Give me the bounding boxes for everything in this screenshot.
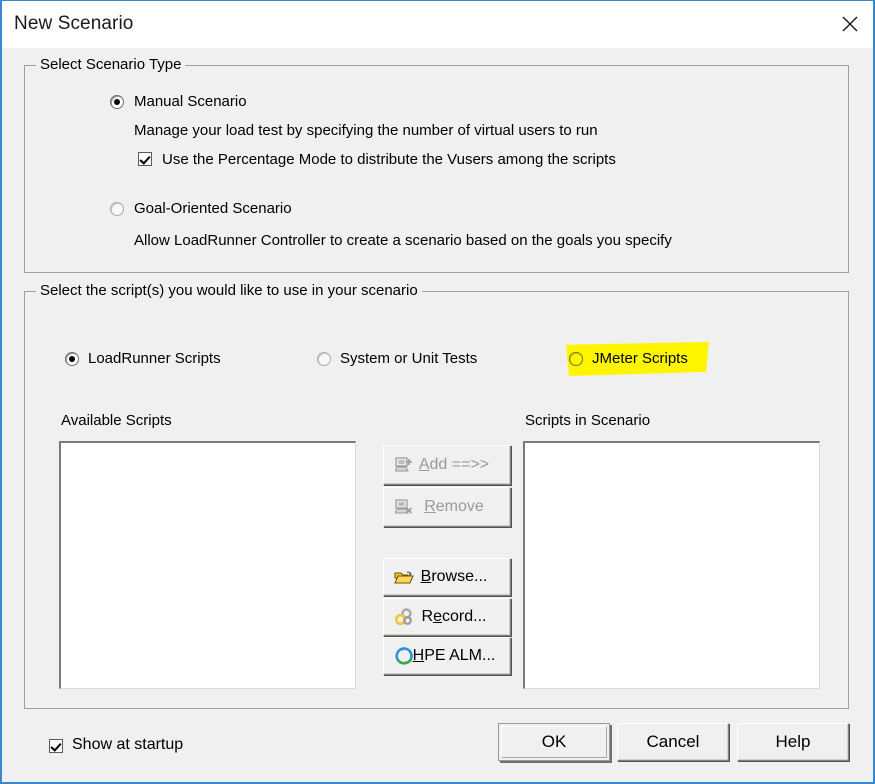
scripts-in-scenario-label: Scripts in Scenario <box>525 412 651 429</box>
hpe-alm-button[interactable]: HPE ALM... <box>383 637 511 675</box>
radio-manual-scenario-label: Manual Scenario <box>134 93 247 110</box>
radio-loadrunner-scripts-label: LoadRunner Scripts <box>88 350 221 367</box>
add-script-icon <box>393 455 415 475</box>
radio-system-or-unit-tests-label: System or Unit Tests <box>340 350 478 367</box>
cancel-button-label: Cancel <box>646 732 700 751</box>
help-button[interactable]: Help <box>737 723 849 761</box>
select-scripts-legend: Select the script(s) you would like to u… <box>36 282 422 299</box>
radio-manual-scenario[interactable] <box>110 95 124 109</box>
open-folder-icon <box>393 567 415 587</box>
ok-button[interactable]: OK <box>498 723 610 761</box>
help-button-label: Help <box>775 732 811 751</box>
ok-button-label: OK <box>541 732 567 751</box>
new-scenario-dialog: New Scenario Select Scenario Type Manual… <box>0 0 875 784</box>
radio-jmeter-scripts[interactable] <box>569 352 583 366</box>
remove-script-button[interactable]: Remove <box>383 487 511 527</box>
radio-jmeter-scripts-label: JMeter Scripts <box>592 350 688 367</box>
cancel-button[interactable]: Cancel <box>617 723 729 761</box>
close-x-icon <box>840 14 860 34</box>
window-title: New Scenario <box>14 13 134 34</box>
record-rings-icon <box>393 607 415 627</box>
available-scripts-listbox[interactable] <box>59 441 356 689</box>
radio-system-or-unit-tests[interactable] <box>317 352 331 366</box>
browse-button[interactable]: Browse... <box>383 558 511 596</box>
add-script-button[interactable]: Add ==>> <box>383 445 511 485</box>
goal-oriented-description: Allow LoadRunner Controller to create a … <box>134 232 672 249</box>
radio-loadrunner-scripts[interactable] <box>65 352 79 366</box>
title-bar: New Scenario <box>2 1 873 48</box>
available-scripts-label: Available Scripts <box>61 412 172 429</box>
checkbox-percentage-mode-label: Use the Percentage Mode to distribute th… <box>162 151 616 168</box>
hpe-alm-icon <box>393 646 415 666</box>
radio-goal-oriented-scenario-label: Goal-Oriented Scenario <box>134 200 292 217</box>
manual-scenario-description: Manage your load test by specifying the … <box>134 122 598 139</box>
scenario-type-legend: Select Scenario Type <box>36 56 186 73</box>
scripts-in-scenario-listbox[interactable] <box>523 441 820 689</box>
close-button[interactable] <box>827 1 873 47</box>
checkbox-show-at-startup-label: Show at startup <box>72 736 184 753</box>
record-button[interactable]: Record... <box>383 598 511 636</box>
radio-goal-oriented-scenario[interactable] <box>110 202 124 216</box>
checkbox-show-at-startup[interactable] <box>49 739 63 753</box>
remove-script-icon <box>393 497 415 517</box>
checkbox-percentage-mode[interactable] <box>138 152 152 166</box>
